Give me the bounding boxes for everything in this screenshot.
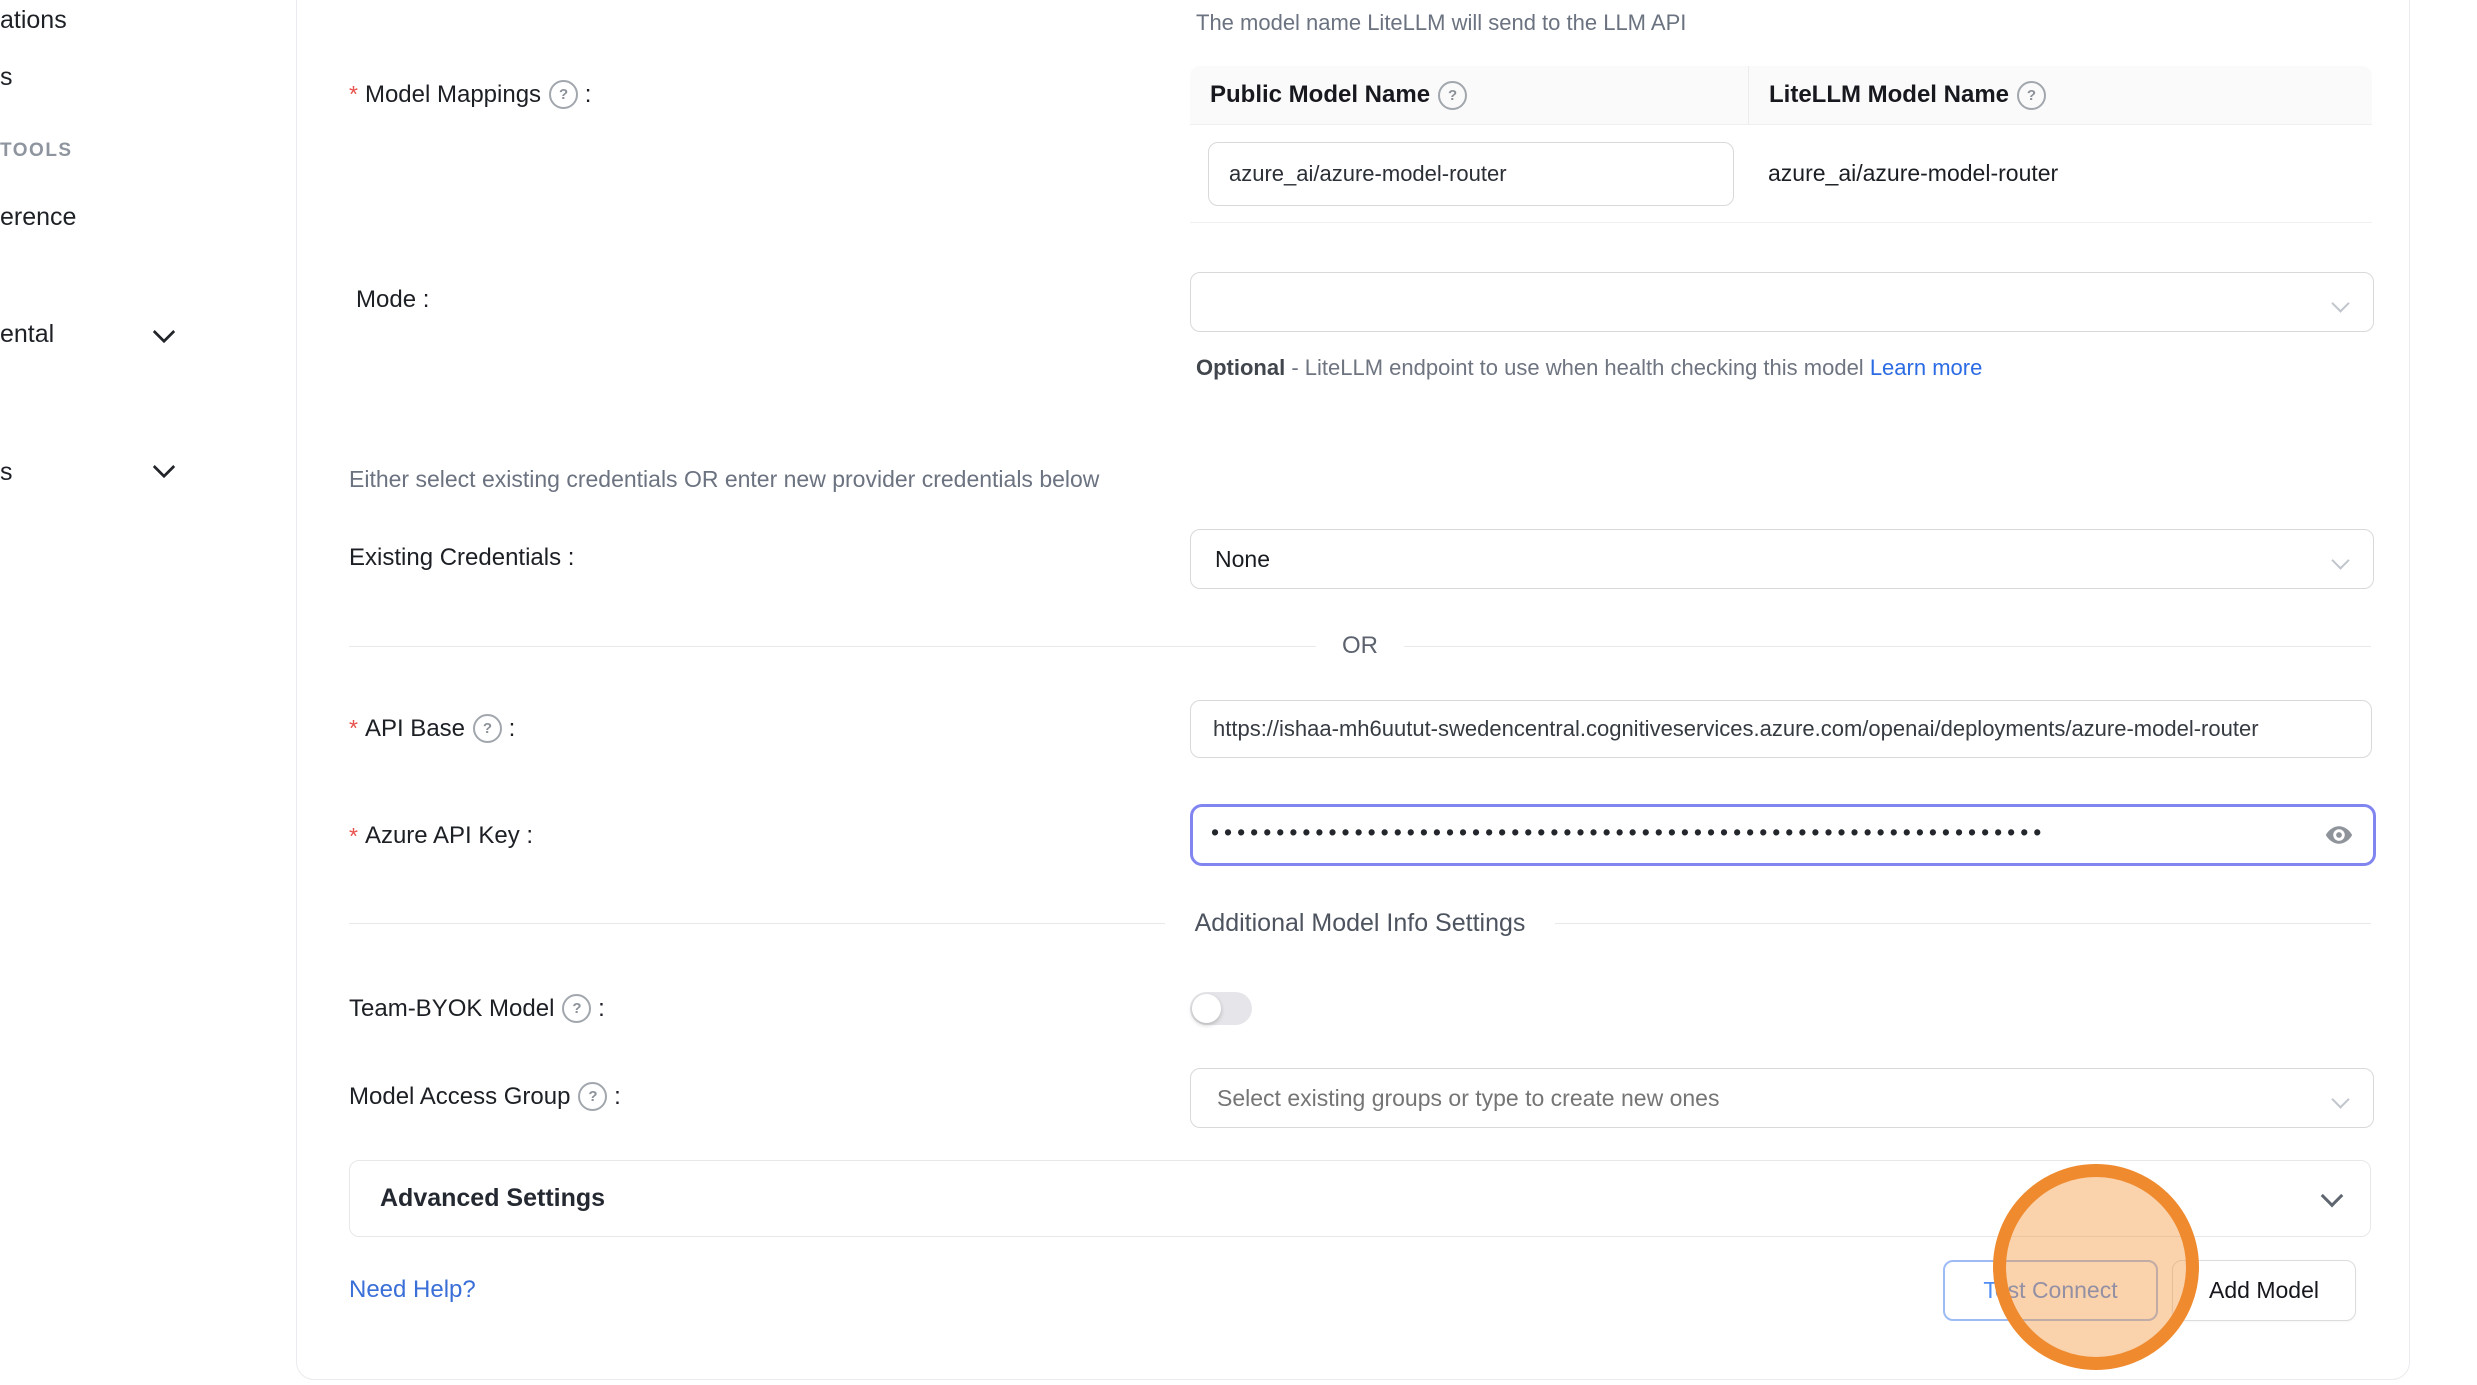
litellm-model-name-header: LiteLLM Model Name: [1748, 66, 2372, 124]
masked-api-key: ••••••••••••••••••••••••••••••••••••••••…: [1211, 819, 2323, 846]
learn-more-link[interactable]: Learn more: [1870, 355, 1983, 380]
azure-api-key-label: Azure API Key: [349, 822, 533, 850]
model-mapping-row: azure_ai/azure-model-router: [1190, 125, 2372, 223]
model-name-hint: The model name LiteLLM will send to the …: [1196, 10, 1686, 36]
mode-select[interactable]: [1190, 272, 2374, 332]
team-byok-label-text: Team-BYOK Model: [349, 995, 554, 1023]
model-access-group-label: Model Access Group: [349, 1082, 621, 1111]
or-divider: OR: [349, 629, 2371, 663]
existing-credentials-select[interactable]: None: [1190, 529, 2374, 589]
advanced-settings-panel[interactable]: Advanced Settings: [349, 1160, 2371, 1237]
model-access-group-label-text: Model Access Group: [349, 1083, 570, 1111]
model-mappings-label: Model Mappings: [349, 80, 591, 109]
sidebar-item-organizations[interactable]: ations: [0, 6, 67, 35]
model-mappings-table: Public Model Name LiteLLM Model Name azu…: [1190, 66, 2372, 223]
help-circle-icon[interactable]: [562, 994, 591, 1023]
public-model-name-header: Public Model Name: [1190, 66, 1748, 124]
help-circle-icon[interactable]: [549, 80, 578, 109]
add-model-button[interactable]: Add Model: [2172, 1260, 2356, 1321]
model-access-group-input[interactable]: [1215, 1084, 2373, 1113]
divider-line: [1404, 646, 2371, 647]
existing-credentials-label-text: Existing Credentials: [349, 544, 561, 572]
sidebar-item-experimental[interactable]: ental: [0, 320, 54, 349]
litellm-model-name-value: azure_ai/azure-model-router: [1748, 160, 2058, 187]
additional-settings-divider: Additional Model Info Settings: [349, 906, 2371, 940]
optional-bold-text: Optional: [1196, 355, 1285, 380]
chevron-down-icon: [2331, 551, 2349, 569]
azure-api-key-label-text: Azure API Key: [365, 822, 520, 850]
sidebar-section-tools: TOOLS: [0, 140, 73, 162]
model-mappings-label-text: Model Mappings: [365, 81, 541, 109]
divider-line: [1555, 923, 2371, 924]
help-circle-icon[interactable]: [578, 1082, 607, 1111]
credentials-hint: Either select existing credentials OR en…: [349, 466, 1099, 493]
mode-label: Mode: [356, 286, 429, 314]
model-access-group-select[interactable]: [1190, 1068, 2374, 1128]
existing-credentials-value: None: [1191, 546, 1270, 573]
api-base-label: API Base: [349, 714, 515, 743]
api-base-input[interactable]: [1190, 700, 2372, 758]
sidebar-item-api-reference[interactable]: erence: [0, 203, 76, 232]
mode-help-text: Optional - LiteLLM endpoint to use when …: [1196, 347, 2008, 388]
chevron-down-icon: [153, 321, 176, 344]
mode-help-rest: - LiteLLM endpoint to use when health ch…: [1285, 355, 1870, 380]
public-model-name-cell: [1190, 142, 1748, 206]
divider-line: [349, 646, 1316, 647]
team-byok-toggle[interactable]: [1190, 992, 1252, 1025]
help-circle-icon[interactable]: [473, 714, 502, 743]
need-help-link[interactable]: Need Help?: [349, 1276, 476, 1304]
advanced-settings-title: Advanced Settings: [380, 1184, 605, 1213]
additional-settings-divider-text: Additional Model Info Settings: [1195, 909, 1526, 938]
chevron-down-icon: [153, 456, 176, 479]
eye-icon[interactable]: [2323, 819, 2355, 851]
existing-credentials-label: Existing Credentials: [349, 544, 574, 572]
sidebar-item-users[interactable]: s: [0, 63, 13, 92]
divider-line: [349, 923, 1165, 924]
chevron-down-icon: [2331, 294, 2349, 312]
sidebar-item-settings[interactable]: s: [0, 458, 13, 487]
public-model-name-input[interactable]: [1208, 142, 1734, 206]
litellm-model-name-header-text: LiteLLM Model Name: [1769, 81, 2009, 109]
test-connect-button[interactable]: Test Connect: [1943, 1260, 2158, 1321]
chevron-down-icon: [2321, 1184, 2344, 1207]
mode-label-text: Mode: [356, 286, 416, 314]
help-circle-icon[interactable]: [2017, 81, 2046, 110]
api-base-label-text: API Base: [365, 715, 465, 743]
team-byok-label: Team-BYOK Model: [349, 994, 605, 1023]
model-mappings-table-header: Public Model Name LiteLLM Model Name: [1190, 66, 2372, 125]
public-model-name-header-text: Public Model Name: [1210, 81, 1430, 109]
help-circle-icon[interactable]: [1438, 81, 1467, 110]
or-divider-text: OR: [1342, 632, 1378, 660]
toggle-knob: [1192, 994, 1221, 1023]
azure-api-key-input[interactable]: ••••••••••••••••••••••••••••••••••••••••…: [1190, 804, 2376, 866]
